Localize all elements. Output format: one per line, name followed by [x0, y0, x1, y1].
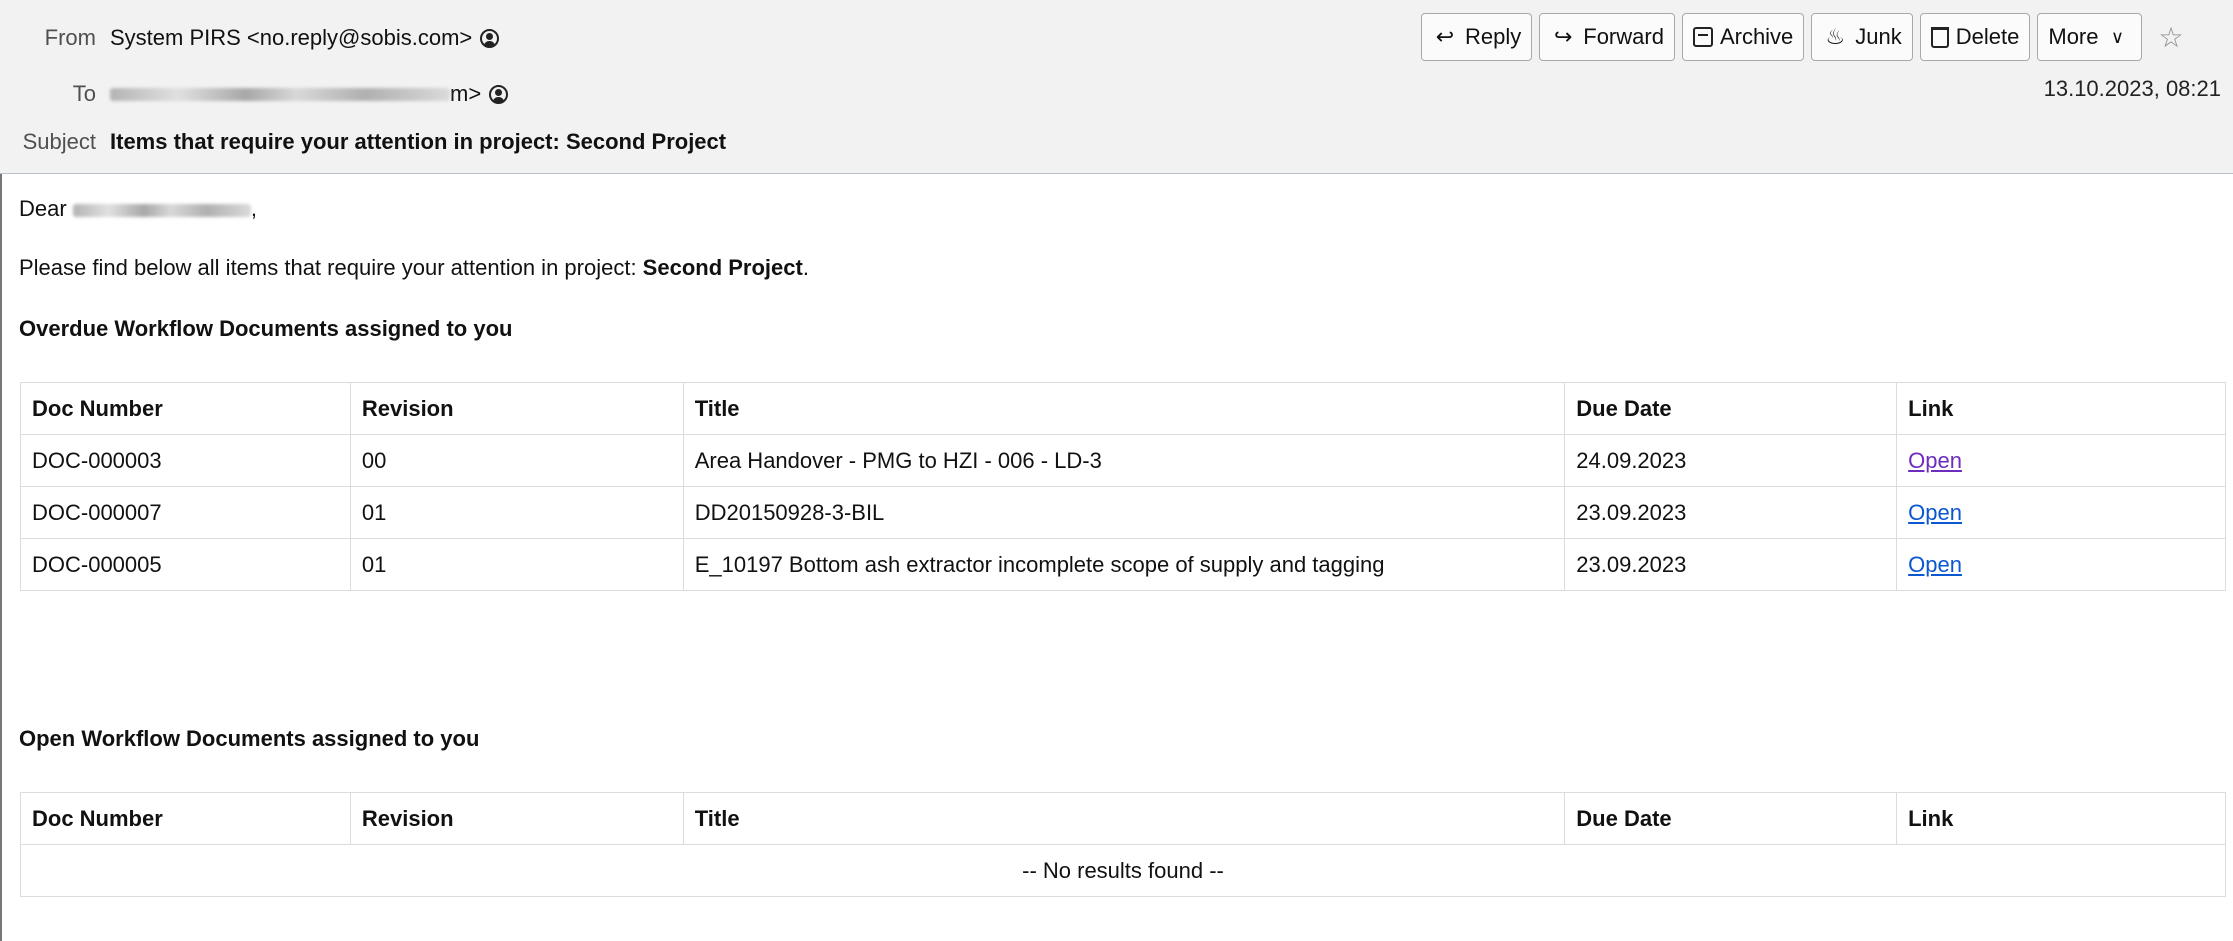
intro-paragraph: Please find below all items that require… [19, 255, 809, 281]
star-icon[interactable]: ☆ [2159, 21, 2184, 54]
archive-label: Archive [1719, 24, 1794, 49]
to-row: To m> [0, 74, 509, 114]
redacted-name [72, 203, 251, 217]
more-button[interactable]: More ∨ [2037, 13, 2142, 61]
column-header-title: Title [682, 792, 1566, 845]
intro-text: Please find below all items that require… [19, 255, 643, 280]
greeting-suffix: , [250, 196, 257, 221]
more-label: More [2048, 24, 2099, 49]
reply-button[interactable]: ↩ Reply [1421, 13, 1533, 61]
due-date-cell: 23.09.2023 [1564, 486, 1898, 539]
due-date-cell: 23.09.2023 [1564, 538, 1898, 591]
no-results-message: -- No results found -- [20, 844, 2226, 897]
trash-icon [1930, 26, 1949, 48]
due-date-cell: 24.09.2023 [1564, 434, 1898, 487]
contact-icon[interactable] [480, 28, 500, 48]
archive-icon [1692, 27, 1713, 47]
delete-button[interactable]: Delete [1919, 13, 2031, 61]
column-header-doc-number: Doc Number [20, 792, 351, 845]
message-toolbar: ↩ Reply ↪ Forward Archive ♨ Junk Delete … [1421, 13, 2184, 61]
message-date: 13.10.2023, 08:21 [2043, 76, 2221, 101]
table-row: DOC-000003 00 Area Handover - PMG to HZI… [20, 434, 2226, 487]
to-address-suffix[interactable]: m> [450, 81, 481, 107]
open-section-title: Open Workflow Documents assigned to you [19, 726, 480, 751]
column-header-due-date: Due Date [1564, 792, 1898, 845]
column-header-revision: Revision [349, 382, 684, 435]
from-address[interactable]: System PIRS <no.reply@sobis.com> [110, 25, 472, 51]
column-header-link: Link [1896, 792, 2226, 845]
junk-label: Junk [1855, 24, 1902, 49]
overdue-documents-table: Doc Number Revision Title Due Date Link … [20, 382, 2226, 591]
doc-number-cell: DOC-000003 [20, 434, 351, 487]
open-link[interactable]: Open [1908, 448, 1962, 473]
to-value[interactable]: m> [110, 81, 509, 107]
doc-number-cell: DOC-000005 [20, 538, 351, 591]
archive-button[interactable]: Archive [1681, 13, 1805, 61]
intro-end: . [802, 255, 809, 280]
column-header-doc-number: Doc Number [20, 382, 351, 435]
open-documents-table: Doc Number Revision Title Due Date Link … [20, 792, 2226, 897]
contact-icon[interactable] [489, 84, 509, 104]
forward-button[interactable]: ↪ Forward [1539, 13, 1675, 61]
reply-label: Reply [1465, 24, 1522, 49]
revision-cell: 01 [349, 486, 684, 539]
subject-label: Subject [22, 129, 96, 154]
link-cell: Open [1896, 486, 2226, 539]
title-cell: E_10197 Bottom ash extractor incomplete … [682, 538, 1566, 591]
delete-label: Delete [1955, 24, 2020, 49]
forward-icon: ↪ [1554, 24, 1573, 49]
table-header-row: Doc Number Revision Title Due Date Link [20, 792, 2226, 845]
link-cell: Open [1896, 538, 2226, 591]
intro-project: Second Project [642, 255, 803, 280]
from-row: From System PIRS <no.reply@sobis.com> [0, 18, 500, 58]
redacted-recipient [110, 87, 450, 101]
overdue-section-title: Overdue Workflow Documents assigned to y… [19, 316, 513, 341]
revision-cell: 00 [349, 434, 684, 487]
from-label: From [44, 25, 96, 50]
column-header-revision: Revision [349, 792, 684, 845]
open-link[interactable]: Open [1908, 552, 1962, 577]
column-header-title: Title [682, 382, 1566, 435]
greeting: Dear , [19, 196, 257, 222]
table-row: -- No results found -- [20, 844, 2226, 897]
forward-label: Forward [1583, 24, 1664, 49]
title-cell: DD20150928-3-BIL [682, 486, 1566, 539]
doc-number-cell: DOC-000007 [20, 486, 351, 539]
subject-value: Items that require your attention in pro… [110, 129, 727, 154]
revision-cell: 01 [349, 538, 684, 591]
message-body: Dear , Please find below all items that … [0, 174, 2233, 941]
column-header-due-date: Due Date [1564, 382, 1898, 435]
from-value[interactable]: System PIRS <no.reply@sobis.com> [110, 25, 500, 51]
junk-icon: ♨ [1825, 24, 1846, 49]
title-cell: Area Handover - PMG to HZI - 006 - LD-3 [682, 434, 1566, 487]
column-header-link: Link [1896, 382, 2226, 435]
reply-icon: ↩ [1435, 24, 1455, 49]
table-header-row: Doc Number Revision Title Due Date Link [20, 382, 2226, 435]
link-cell: Open [1896, 434, 2226, 487]
junk-button[interactable]: ♨ Junk [1811, 13, 1913, 61]
to-label: To [72, 81, 96, 106]
open-link[interactable]: Open [1908, 500, 1962, 525]
table-row: DOC-000005 01 E_10197 Bottom ash extract… [20, 538, 2226, 591]
greeting-prefix: Dear [19, 196, 67, 221]
table-row: DOC-000007 01 DD20150928-3-BIL 23.09.202… [20, 486, 2226, 539]
chevron-down-icon: ∨ [2110, 26, 2125, 47]
message-header: From System PIRS <no.reply@sobis.com> To… [0, 0, 2233, 174]
subject-row: Subject Items that require your attentio… [0, 122, 727, 162]
